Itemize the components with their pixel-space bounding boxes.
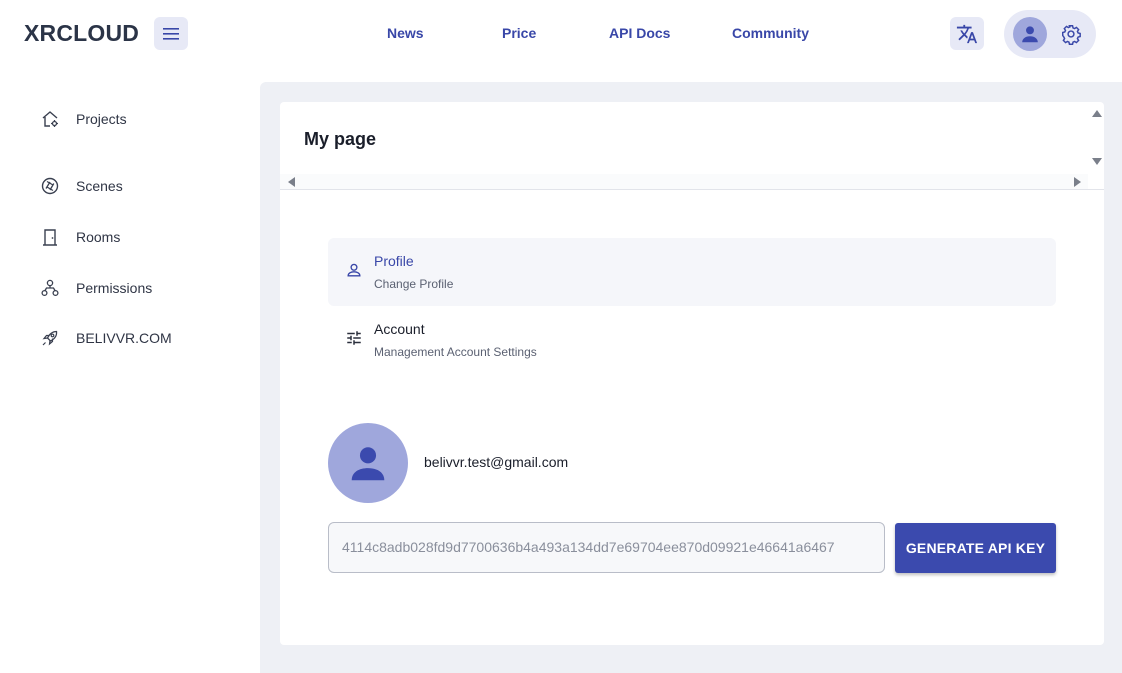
scroll-right-icon[interactable] — [1074, 177, 1081, 187]
sidebar-item-rooms[interactable]: Rooms — [40, 225, 120, 249]
avatar[interactable] — [1013, 17, 1047, 51]
door-icon — [40, 227, 60, 247]
user-icon — [351, 447, 385, 481]
nav-price[interactable]: Price — [502, 25, 536, 41]
vertical-scrollbar[interactable] — [1088, 102, 1104, 174]
rocket-icon — [40, 328, 60, 348]
aperture-icon — [40, 176, 60, 196]
profile-avatar[interactable] — [328, 423, 408, 503]
main-area: My page Profile Change Profile Account M… — [260, 82, 1122, 673]
menu-icon — [163, 27, 179, 40]
gear-icon — [1062, 25, 1081, 45]
menu-item-subtitle: Change Profile — [374, 277, 454, 291]
sliders-icon — [344, 328, 364, 348]
scroll-left-icon[interactable] — [288, 177, 295, 187]
menu-item-subtitle: Management Account Settings — [374, 345, 537, 359]
sidebar-item-belivvr[interactable]: BELIVVR.COM — [40, 326, 172, 350]
horizontal-scrollbar[interactable] — [280, 174, 1088, 189]
language-button[interactable] — [950, 17, 984, 50]
translate-icon — [956, 24, 978, 43]
sidebar-item-projects[interactable]: Projects — [40, 107, 127, 131]
menu-item-account[interactable]: Account Management Account Settings — [328, 306, 1056, 374]
sidebar-item-scenes[interactable]: Scenes — [40, 174, 123, 198]
settings-button[interactable] — [1059, 22, 1083, 46]
menu-item-title: Profile — [374, 253, 414, 269]
user-email: belivvr.test@gmail.com — [424, 454, 569, 470]
api-key-field[interactable]: 4114c8adb028fd9d7700636b4a493a134dd7e697… — [328, 522, 885, 573]
sidebar-item-label: Permissions — [76, 280, 153, 296]
scroll-down-icon[interactable] — [1092, 158, 1102, 165]
user-icon — [1022, 26, 1038, 43]
card-header: My page — [280, 102, 1104, 190]
home-gear-icon — [40, 109, 60, 129]
top-bar: XRCLOUD News Price API Docs Community — [0, 0, 1122, 68]
sidebar-item-label: Rooms — [76, 229, 121, 245]
hamburger-menu-button[interactable] — [154, 17, 188, 50]
user-menu[interactable] — [1004, 10, 1096, 58]
scroll-up-icon[interactable] — [1092, 110, 1102, 117]
hierarchy-icon — [40, 278, 60, 298]
generate-api-key-button[interactable]: GENERATE API KEY — [895, 523, 1056, 573]
sidebar-item-label: Projects — [76, 111, 127, 127]
nav-api-docs[interactable]: API Docs — [609, 25, 670, 41]
sidebar-item-label: Scenes — [76, 178, 123, 194]
nav-news[interactable]: News — [387, 25, 424, 41]
menu-item-title: Account — [374, 321, 425, 337]
page-title: My page — [304, 129, 377, 149]
content-card: My page Profile Change Profile Account M… — [280, 102, 1104, 645]
user-icon — [344, 260, 364, 280]
menu-item-profile[interactable]: Profile Change Profile — [328, 238, 1056, 306]
logo[interactable]: XRCLOUD — [24, 20, 139, 47]
sidebar-item-permissions[interactable]: Permissions — [40, 276, 152, 300]
sidebar-item-label: BELIVVR.COM — [76, 330, 172, 346]
nav-community[interactable]: Community — [732, 25, 809, 41]
